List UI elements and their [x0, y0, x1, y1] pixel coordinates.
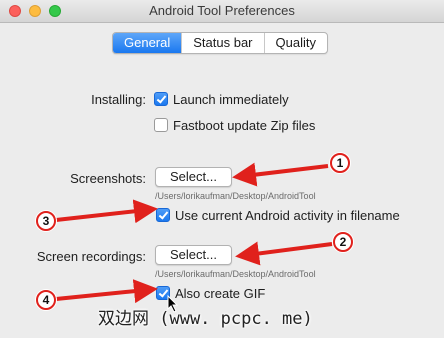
watermark-text: 双边网 (www. pcpc. me) [98, 309, 313, 329]
callout-badge-4: 4 [36, 290, 56, 310]
arrow-2-icon [235, 241, 333, 266]
callout-badge-2: 2 [333, 232, 353, 252]
callout-badge-3: 3 [36, 211, 56, 231]
callout-badge-1: 1 [330, 153, 350, 173]
arrow-1-icon [232, 162, 329, 187]
annotation-arrows [55, 162, 333, 313]
arrow-4-icon [55, 279, 158, 304]
arrow-3-icon [55, 199, 158, 224]
